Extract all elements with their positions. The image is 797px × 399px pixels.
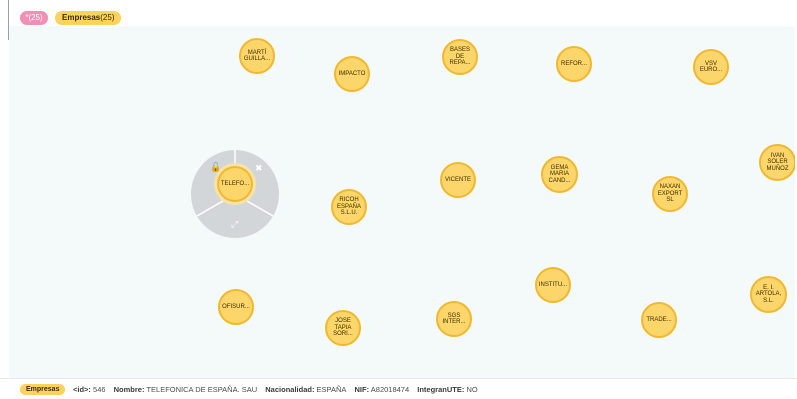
node-label: SGS INTER... (442, 312, 466, 326)
node-ricoh-espana-slu[interactable]: RICOH ESPAÑA S.L.U. (331, 189, 367, 225)
node-label: TELEFO... (220, 180, 250, 187)
node-label: RICOH ESPAÑA S.L.U. (337, 197, 361, 217)
node-impacto[interactable]: IMPACTO (334, 56, 370, 92)
empresas-pill-label: Empresas (62, 13, 101, 22)
node-label: INSTITU... (538, 281, 568, 288)
integranute-value: NO (466, 385, 478, 394)
node-ivan-soler-munoz[interactable]: IVAN SOLER MUÑOZ (759, 144, 795, 181)
integranute-key: IntegranUTE: (417, 385, 465, 394)
expand-icon[interactable]: ⤢ (231, 220, 238, 229)
node-label: JOSE TAPIA SORI... (333, 318, 353, 338)
id-value: 546 (93, 385, 106, 394)
node-refor[interactable]: REFOR... (556, 46, 592, 82)
node-ofisur[interactable]: OFISUR... (218, 289, 254, 325)
node-label: IVAN SOLER MUÑOZ (766, 152, 789, 172)
node-jose-tapia-sori[interactable]: JOSE TAPIA SORI... (325, 310, 361, 346)
node-label: VICENTE (444, 176, 471, 183)
node-label: NAXAN EXPORT SL (657, 184, 683, 204)
node-label: GEMA MARIA CAND... (548, 164, 571, 184)
node-ei-artola-sl[interactable]: E. I. ARTOLA, S.L. (750, 276, 787, 313)
empresas-label-pill[interactable]: Empresas(25) (55, 11, 122, 25)
node-label: TRADE... (646, 316, 672, 323)
close-icon[interactable]: ✖ (255, 164, 263, 173)
node-label: VSV EURO... (699, 60, 723, 74)
footer-properties: <id>: 546 Nombre: TELEFONICA DE ESPAÑA. … (73, 385, 484, 394)
nombre-key: Nombre: (113, 385, 145, 394)
node-trade[interactable]: TRADE... (641, 302, 677, 338)
nif-key: NIF: (354, 385, 370, 394)
node-bases-de-repa[interactable]: BASES DE REPA... (442, 39, 478, 75)
nacionalidad-key: Nacionalidad: (265, 385, 315, 394)
node-label: E. I. ARTOLA, S.L. (755, 284, 782, 304)
node-label: IMPACTO (338, 70, 366, 77)
footer-label-tag[interactable]: Empresas (20, 384, 66, 395)
node-naxan-export-sl[interactable]: NAXAN EXPORT SL (652, 176, 688, 212)
node-vicente[interactable]: VICENTE (440, 162, 476, 198)
nacionalidad-value: ESPAÑA (316, 385, 347, 394)
node-marti-guilla[interactable]: MARTÍ GUILLA... (239, 38, 275, 74)
all-nodes-pill[interactable]: *(25) (20, 11, 48, 25)
node-sgs-inter[interactable]: SGS INTER... (436, 301, 472, 337)
node-gema-maria-cand[interactable]: GEMA MARIA CAND... (541, 156, 578, 193)
node-vsv-euro[interactable]: VSV EURO... (693, 49, 729, 85)
legend-bar: *(25) Empresas(25) (0, 0, 797, 26)
selection-properties-bar: Empresas <id>: 546 Nombre: TELEFONICA DE… (0, 378, 797, 399)
id-key: <id>: (73, 385, 91, 394)
nombre-value: TELEFONICA DE ESPAÑA. SAU (146, 385, 258, 394)
node-label: OFISUR... (222, 303, 250, 310)
empresas-pill-count: (25) (100, 13, 115, 22)
node-institu[interactable]: INSTITU... (535, 267, 571, 303)
nif-value: A82018474 (370, 385, 410, 394)
graph-canvas[interactable]: 🔓 ✖ ⤢ MARTÍ GUILLA... IMPACTO BASES DE R… (9, 26, 795, 378)
node-label: MARTÍ GUILLA... (243, 49, 271, 63)
node-telefonica-selected[interactable]: TELEFO... (214, 163, 256, 205)
node-label: REFOR... (560, 60, 587, 67)
node-label: BASES DE REPA... (449, 47, 471, 67)
